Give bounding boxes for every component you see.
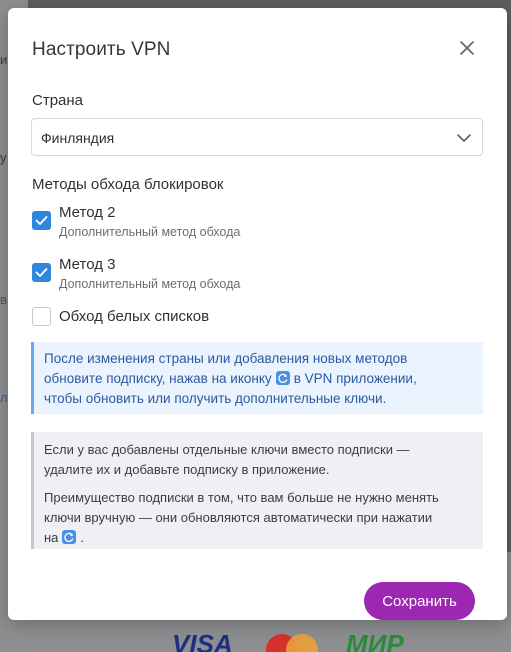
info-text: на: [44, 530, 59, 545]
save-button[interactable]: Сохранить: [364, 582, 475, 620]
info-text: Преимущество подписки в том, что вам бол…: [44, 490, 439, 505]
method-2-description: Дополнительный метод обхода: [59, 225, 241, 239]
info-text: После изменения страны или добавления но…: [44, 351, 408, 366]
background-text: в: [0, 292, 7, 307]
background-text: и: [0, 52, 8, 67]
close-icon: [460, 41, 474, 55]
info-text: Если у вас добавлены отдельные ключи вме…: [44, 442, 410, 457]
mastercard-logo-circle: [286, 634, 318, 652]
refresh-icon: [275, 371, 290, 385]
method-3-checkbox[interactable]: [32, 263, 51, 282]
refresh-icon: [62, 530, 77, 544]
checkmark-icon: [35, 216, 48, 225]
info-text-line: обновите подписку, нажав на иконку в VPN …: [44, 371, 417, 386]
info-text: обновите подписку, нажав на иконку: [44, 371, 272, 386]
info-text: .: [80, 530, 85, 545]
info-text: ключи вручную — они обновляются автомати…: [44, 510, 433, 525]
method-3-description: Дополнительный метод обхода: [59, 277, 241, 291]
vpn-settings-dialog: Настроить VPN Страна Финляндия Методы об…: [8, 8, 507, 620]
mir-logo: МИР: [346, 630, 404, 652]
info-text: удалите их и добавьте подписку в приложе…: [44, 462, 330, 477]
close-button[interactable]: [457, 38, 477, 58]
country-select[interactable]: Финляндия: [31, 118, 483, 156]
info-alert-update: После изменения страны или добавления но…: [31, 342, 483, 414]
visa-logo: VISA: [172, 630, 233, 652]
checkmark-icon: [35, 268, 48, 277]
method-2-label: Метод 2: [59, 204, 116, 221]
dialog-title: Настроить VPN: [32, 39, 171, 60]
info-text: чтобы обновить или получить дополнительн…: [44, 391, 387, 406]
chevron-down-icon: [457, 134, 471, 142]
methods-label: Методы обхода блокировок: [32, 176, 224, 193]
info-alert-subscription: Если у вас добавлены отдельные ключи вме…: [31, 432, 483, 549]
info-text: в VPN приложении,: [293, 371, 417, 386]
info-text-line: на.: [44, 530, 84, 545]
payment-logos: VISA МИР: [170, 630, 430, 652]
country-select-value: Финляндия: [41, 130, 115, 146]
background-text: у: [0, 150, 7, 165]
whitelist-bypass-checkbox[interactable]: [32, 307, 51, 326]
whitelist-bypass-label: Обход белых списков: [59, 308, 210, 325]
country-label: Страна: [32, 92, 84, 109]
method-3-label: Метод 3: [59, 256, 116, 273]
method-2-checkbox[interactable]: [32, 211, 51, 230]
